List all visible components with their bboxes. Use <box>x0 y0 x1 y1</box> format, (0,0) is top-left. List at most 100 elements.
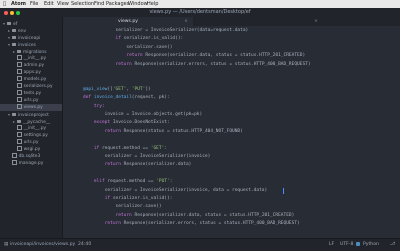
code-line[interactable]: return Response(serializer.errors, statu… <box>83 220 300 227</box>
tree-item-label: urls.py <box>23 140 39 145</box>
code-line[interactable]: serializer = InvoiceSerializer(invoice) <box>83 153 211 160</box>
code-line[interactable]: except Invoice.DoesNotExist: <box>83 119 170 126</box>
file-text-icon <box>17 97 22 102</box>
tree-file[interactable]: __init__.py <box>0 55 62 62</box>
status-bar: ▤ invoiceapi/invoices/views.py 24:40 LF … <box>0 238 400 251</box>
menu-packages[interactable]: Packages <box>106 0 129 8</box>
tree-folder[interactable]: ▸ migrations <box>0 48 62 55</box>
folder-icon <box>7 22 11 25</box>
text-cursor <box>283 188 284 194</box>
menu-view[interactable]: View <box>57 0 69 8</box>
tree-file[interactable]: wsgi.py <box>0 146 62 153</box>
tree-folder[interactable]: ▸ __pycache__ <box>0 118 62 125</box>
status-file-path[interactable]: invoiceapi/invoices/views.py <box>10 239 75 251</box>
file-text-icon <box>17 132 22 137</box>
code-line[interactable]: def invoice_detail(request, pk): <box>83 94 170 101</box>
folder-icon <box>17 120 21 123</box>
code-token: request.method == <box>99 145 151 151</box>
code-line[interactable]: @api_view(['GET', 'PUT']) <box>83 86 151 93</box>
tree-file[interactable]: db.sqlite3 <box>0 153 62 160</box>
tree-file[interactable]: manage.py <box>0 160 62 167</box>
tree-item-label: admin.py <box>23 63 45 68</box>
code-line[interactable]: serializer.save() <box>83 203 162 210</box>
menu-file[interactable]: File <box>30 0 38 8</box>
tree-file[interactable]: settings.py <box>0 132 62 139</box>
code-line[interactable]: serializer = InvoiceSerializer(invoice, … <box>83 187 268 194</box>
code-token: invoice_detail <box>93 95 132 101</box>
tab-secondary[interactable]: × <box>193 17 323 26</box>
code-line[interactable]: if serializer.is_valid(): <box>83 195 173 202</box>
tree-folder[interactable]: ▾ invoiceproject <box>0 111 62 118</box>
apple-icon[interactable]:  <box>3 0 6 8</box>
status-line-ending[interactable]: LF <box>329 239 334 251</box>
menu-selection[interactable]: Selection <box>71 0 94 8</box>
code-token: serializer.is_valid(): <box>110 196 173 201</box>
code-line[interactable]: try: <box>83 103 105 110</box>
code-line[interactable]: elif request.method == 'PUT': <box>83 178 173 185</box>
code-line[interactable]: invoice = Invoice.objects.get(pk=pk) <box>83 111 203 118</box>
menu-find[interactable]: Find <box>94 0 104 8</box>
tree-file[interactable]: __init__.py <box>0 125 62 132</box>
file-text-icon <box>17 139 22 144</box>
code-token: return <box>104 221 121 227</box>
tree-file[interactable]: serializers.py <box>0 83 62 90</box>
file-text-icon <box>17 146 22 151</box>
code-token: ]) <box>145 86 151 92</box>
close-window-icon[interactable] <box>4 11 8 15</box>
tree-item-label: db.sqlite3 <box>18 154 41 159</box>
code-line[interactable]: return Response(serializer.errors, statu… <box>83 61 311 68</box>
tree-file[interactable]: admin.py <box>0 62 62 69</box>
file-icon: ▤ <box>4 242 9 247</box>
tree-folder[interactable]: ▸ env <box>0 27 62 34</box>
code-line[interactable]: return Response(serializer.data, status … <box>83 212 295 219</box>
close-tab-icon[interactable]: × <box>314 17 318 26</box>
zoom-window-icon[interactable] <box>16 11 20 15</box>
close-tab-icon[interactable]: × <box>184 17 188 26</box>
code-line[interactable]: serializer.save() <box>83 44 172 51</box>
status-cursor-position[interactable]: 24:40 <box>78 239 91 251</box>
tree-file[interactable]: urls.py <box>0 97 62 104</box>
status-encoding[interactable]: UTF-8 <box>340 239 353 251</box>
line-number-gutter <box>63 26 77 238</box>
code-token: Response(serializer.errors, status = sta… <box>120 221 300 227</box>
window-title: views.py — /Users/dentsman/Desktop/ef <box>149 9 251 15</box>
tree-file[interactable]: tests.py <box>0 90 62 97</box>
tab-views-py[interactable]: views.py × <box>63 17 193 26</box>
menu-edit[interactable]: Edit <box>44 0 54 8</box>
code-line[interactable]: serializer = InvoiceSerializer(data=requ… <box>83 27 249 34</box>
folder-icon <box>12 43 16 46</box>
menu-bar:  Atom File Edit View Selection Find Pac… <box>0 0 400 8</box>
tree-file[interactable]: urls.py <box>0 139 62 146</box>
menu-app-name[interactable]: Atom <box>11 0 26 8</box>
status-language[interactable]: Python <box>363 239 379 251</box>
menu-help[interactable]: Help <box>147 0 158 8</box>
tree-folder[interactable]: ▾ invoiceapi <box>0 34 62 41</box>
code-token: try <box>93 103 102 109</box>
code-token: Response(serializer.data, status = statu… <box>142 53 306 59</box>
code-token: return <box>104 162 121 168</box>
tree-file[interactable]: apps.py <box>0 69 62 76</box>
tree-item-label: serializers.py <box>23 84 53 89</box>
code-line[interactable]: if serializer.is_valid(): <box>83 35 184 42</box>
code-line[interactable]: return Response(serializer.data, status … <box>83 52 305 59</box>
code-line[interactable]: return Response(status = status.HTTP_404… <box>83 128 243 135</box>
tree-folder[interactable]: ▾ ef <box>0 20 62 27</box>
tree-item-label: apps.py <box>23 70 41 75</box>
code-line[interactable]: return Response(serializer.data) <box>83 161 192 168</box>
tree-file[interactable]: models.py <box>0 76 62 83</box>
code-token: Invoice.DoesNotExist: <box>110 120 170 126</box>
menu-window[interactable]: Window <box>128 0 148 8</box>
code-token: Response(serializer.data) <box>120 162 192 168</box>
tree-folder[interactable]: ▾ invoices <box>0 41 62 48</box>
tree-file[interactable]: views.py <box>0 104 62 111</box>
minimize-window-icon[interactable] <box>10 11 14 15</box>
file-text-icon <box>17 125 22 130</box>
git-icon[interactable]: ⎇ <box>390 239 395 251</box>
code-line[interactable]: if request.method == 'GET': <box>83 145 167 152</box>
code-editor[interactable]: 17 serializer = InvoiceSerializer(data=r… <box>63 26 400 238</box>
code-token: 'GET' <box>150 145 165 151</box>
